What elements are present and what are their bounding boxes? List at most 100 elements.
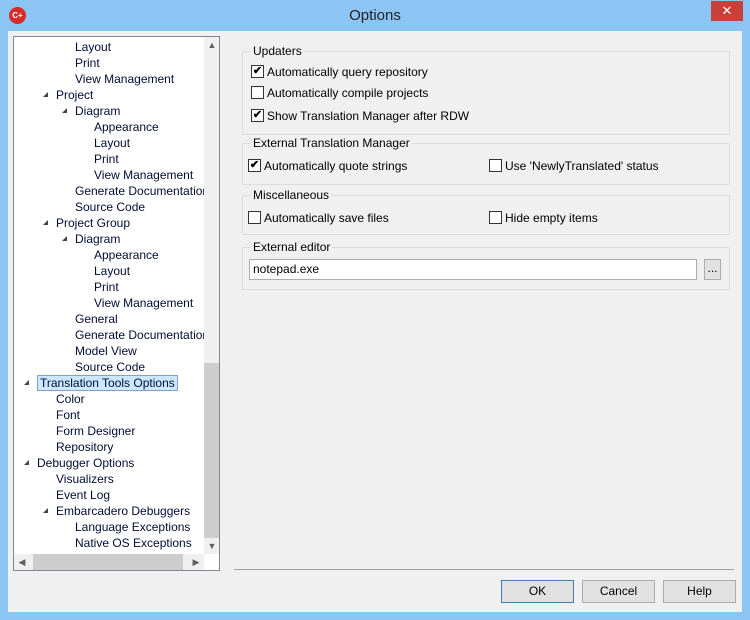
tree-item[interactable]: Appearance bbox=[94, 247, 159, 263]
tree-item[interactable]: Native OS Exceptions bbox=[75, 535, 192, 551]
tree-item[interactable]: Event Log bbox=[56, 487, 110, 503]
tree-item-label: Native OS Exceptions bbox=[75, 536, 192, 550]
external-editor-input[interactable]: notepad.exe bbox=[249, 259, 697, 280]
checked-box-icon[interactable]: ✔ bbox=[251, 109, 264, 123]
compile-projects-checkbox[interactable]: Automatically compile projects bbox=[251, 86, 428, 102]
tree-item[interactable]: Layout bbox=[94, 263, 130, 279]
checkbox-label: Automatically save files bbox=[264, 211, 389, 225]
tree-item[interactable]: General bbox=[75, 311, 118, 327]
tree-item[interactable]: Print bbox=[75, 55, 100, 71]
checked-box-icon[interactable]: ✔ bbox=[248, 159, 261, 173]
tree-item[interactable]: Repository bbox=[56, 439, 113, 455]
tree-item-label: Project Group bbox=[56, 216, 131, 230]
unchecked-box-icon[interactable] bbox=[489, 159, 502, 173]
unchecked-box-icon[interactable] bbox=[251, 86, 264, 100]
show-translation-manager-checkbox[interactable]: ✔ Show Translation Manager after RDW bbox=[251, 109, 469, 125]
tree-item-label: Diagram bbox=[75, 232, 121, 246]
expand-arrow-icon[interactable] bbox=[43, 508, 48, 513]
tree-item-label: Source Code bbox=[75, 200, 146, 214]
tree-item-label: View Management bbox=[94, 168, 194, 182]
tree-item[interactable]: Layout bbox=[75, 39, 111, 55]
tree-item[interactable]: View Management bbox=[94, 295, 193, 311]
tree-item-label: Appearance bbox=[94, 248, 159, 262]
misc-title: Miscellaneous bbox=[251, 188, 332, 202]
tree-item[interactable]: Layout bbox=[94, 135, 130, 151]
tree-item-label: Layout bbox=[94, 136, 131, 150]
scroll-left-icon[interactable]: ◀ bbox=[14, 554, 30, 570]
tree-item[interactable]: Project bbox=[43, 87, 94, 103]
tree-item[interactable]: View Management bbox=[94, 167, 193, 183]
tree-item[interactable]: Source Code bbox=[75, 199, 145, 215]
tree-item[interactable]: Language Exceptions bbox=[75, 519, 190, 535]
tree-item[interactable]: Model View bbox=[75, 343, 137, 359]
quote-strings-checkbox[interactable]: ✔ Automatically quote strings bbox=[248, 159, 407, 175]
browse-button[interactable]: ... bbox=[704, 259, 721, 280]
expand-arrow-icon[interactable] bbox=[62, 236, 67, 241]
tree-item-label: Repository bbox=[56, 440, 114, 454]
window-title: Options bbox=[349, 7, 401, 24]
tree-item-label: Source Code bbox=[75, 360, 146, 374]
query-repository-checkbox[interactable]: ✔ Automatically query repository bbox=[251, 65, 428, 81]
help-button[interactable]: Help bbox=[663, 580, 736, 603]
updaters-group: Updaters ✔ Automatically query repository… bbox=[242, 44, 730, 135]
vertical-scroll-thumb[interactable] bbox=[204, 363, 219, 538]
tree-item[interactable]: Color bbox=[56, 391, 85, 407]
expand-arrow-icon[interactable] bbox=[24, 380, 29, 385]
title-bar: C+ Options ✕ bbox=[0, 0, 750, 31]
save-files-checkbox[interactable]: Automatically save files bbox=[248, 211, 389, 227]
horizontal-scroll-thumb[interactable] bbox=[33, 554, 183, 570]
tree-item-label: Project bbox=[56, 88, 94, 102]
etm-title: External Translation Manager bbox=[251, 136, 412, 150]
hide-empty-checkbox[interactable]: Hide empty items bbox=[489, 211, 598, 227]
tree-item[interactable]: Debugger Options bbox=[24, 455, 135, 471]
expand-arrow-icon[interactable] bbox=[43, 92, 48, 97]
tree-item-label: Generate Documentation bbox=[75, 328, 210, 342]
tree-item[interactable]: Translation Tools Options bbox=[24, 375, 178, 391]
tree-item-label: Layout bbox=[75, 40, 112, 54]
tree-item[interactable]: Project Group bbox=[43, 215, 131, 231]
tree-item[interactable]: Appearance bbox=[94, 119, 159, 135]
newly-translated-checkbox[interactable]: Use 'NewlyTranslated' status bbox=[489, 159, 659, 175]
tree-item-label: Layout bbox=[94, 264, 131, 278]
updaters-title: Updaters bbox=[251, 44, 304, 58]
tree-item[interactable]: Print bbox=[94, 151, 119, 167]
tree-item[interactable]: Source Code bbox=[75, 359, 145, 375]
tree-item[interactable]: Generate Documentation bbox=[75, 327, 209, 343]
tree-item[interactable]: Diagram bbox=[62, 231, 121, 247]
tree-item-label: Debugger Options bbox=[37, 456, 135, 470]
tree-item[interactable]: Diagram bbox=[62, 103, 120, 119]
expand-arrow-icon[interactable] bbox=[43, 220, 48, 225]
tree-item-label: Appearance bbox=[94, 120, 159, 134]
expand-arrow-icon[interactable] bbox=[24, 460, 29, 465]
tree-item-label: Print bbox=[94, 280, 119, 294]
horizontal-scrollbar[interactable]: ◀ ▶ bbox=[14, 554, 204, 570]
checkbox-label: Use 'NewlyTranslated' status bbox=[505, 159, 659, 173]
tree-item[interactable]: Visualizers bbox=[56, 471, 114, 487]
tree-item[interactable]: View Management bbox=[75, 71, 174, 87]
scroll-up-icon[interactable]: ▲ bbox=[204, 37, 219, 53]
tree-item[interactable]: Print bbox=[94, 279, 119, 295]
unchecked-box-icon[interactable] bbox=[489, 211, 502, 225]
tree-item[interactable]: Embarcadero Debuggers bbox=[43, 503, 191, 519]
cancel-button[interactable]: Cancel bbox=[582, 580, 655, 603]
tree-item[interactable]: Form Designer bbox=[56, 423, 135, 439]
checked-box-icon[interactable]: ✔ bbox=[251, 65, 264, 79]
tree-item-label: Font bbox=[56, 408, 81, 422]
expand-arrow-icon[interactable] bbox=[62, 108, 67, 113]
vertical-scrollbar[interactable]: ▲ ▼ bbox=[204, 37, 219, 554]
checkbox-label: Hide empty items bbox=[505, 211, 598, 225]
scroll-down-icon[interactable]: ▼ bbox=[204, 538, 219, 554]
separator bbox=[234, 569, 734, 570]
options-tree[interactable]: Layout Print View Management Project Diagram… bbox=[13, 36, 220, 571]
external-translation-manager-group: External Translation Manager ✔ Automatica… bbox=[242, 136, 730, 185]
tree-item[interactable]: Font bbox=[56, 407, 80, 423]
unchecked-box-icon[interactable] bbox=[248, 211, 261, 225]
tree-item-label: View Management bbox=[75, 72, 175, 86]
tree-item-label: Embarcadero Debuggers bbox=[56, 504, 191, 518]
scroll-right-icon[interactable]: ▶ bbox=[188, 554, 204, 570]
ok-button[interactable]: OK bbox=[501, 580, 574, 603]
close-button[interactable]: ✕ bbox=[711, 1, 743, 21]
miscellaneous-group: Miscellaneous Automatically save files H… bbox=[242, 188, 730, 235]
checkbox-label: Automatically compile projects bbox=[267, 86, 429, 100]
tree-item[interactable]: Generate Documentation bbox=[75, 183, 209, 199]
